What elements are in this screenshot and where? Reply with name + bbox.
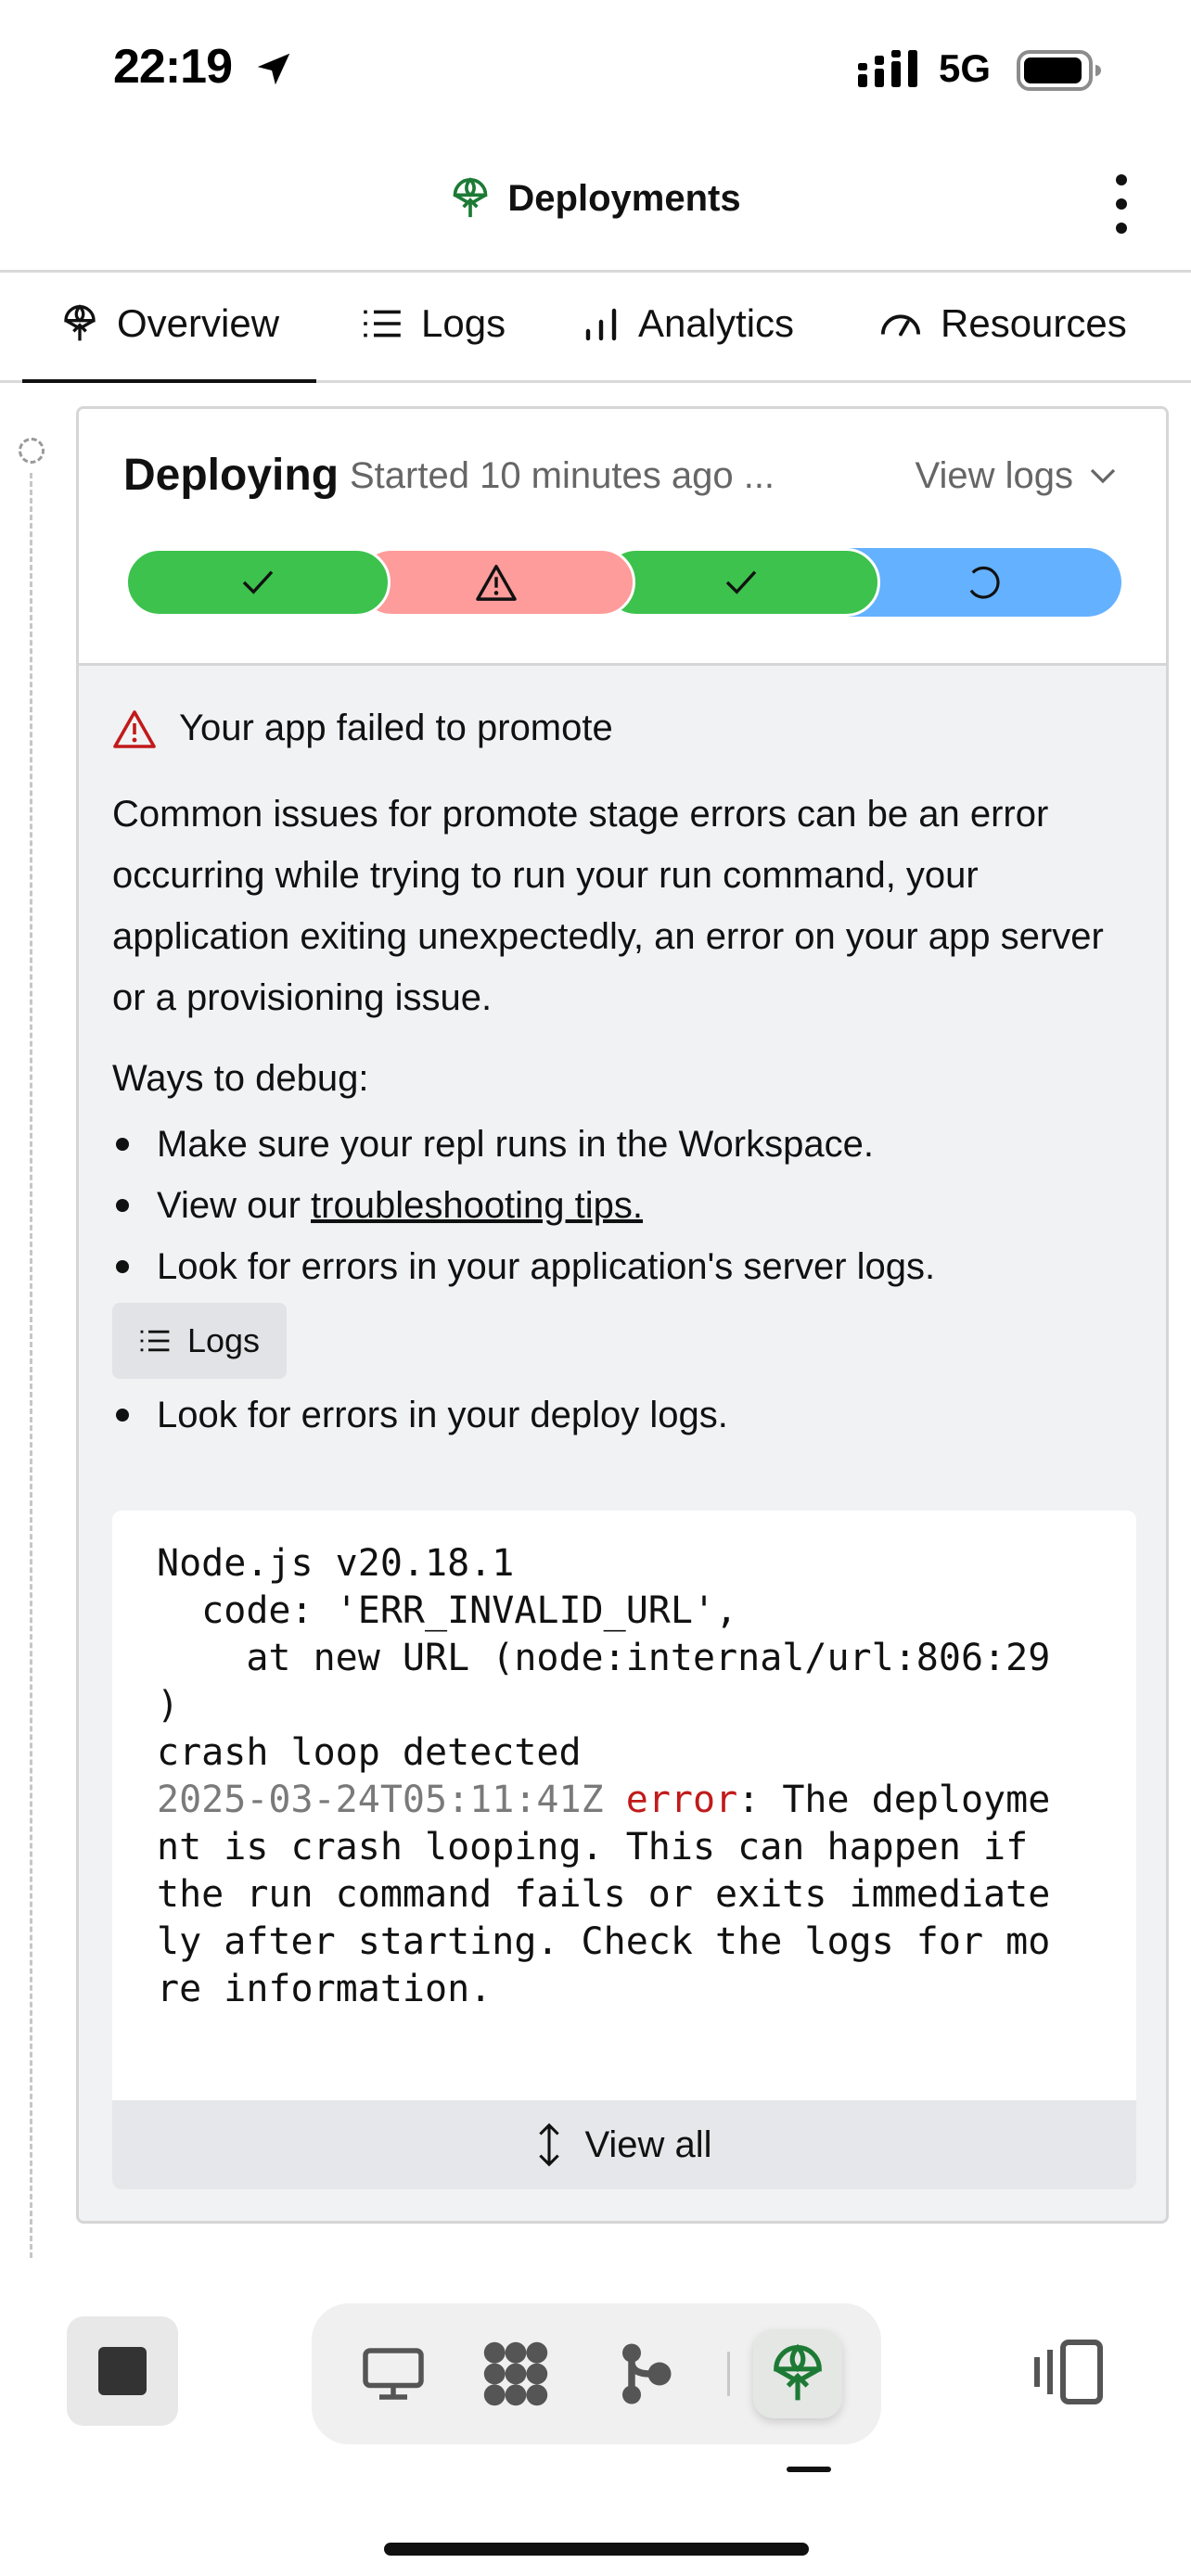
view-all-label: View all <box>584 2123 712 2165</box>
list-item: Look for errors in your deploy logs. <box>112 1384 1133 1446</box>
warning-icon <box>476 565 517 601</box>
log-text: Node.js v20.18.1 code: 'ERR_INVALID_URL'… <box>157 1540 1112 2013</box>
expand-vertical-icon <box>539 2123 560 2167</box>
list-item-text: Look for errors in your application's se… <box>157 1245 936 1287</box>
stop-button[interactable] <box>67 2316 178 2426</box>
tab-label: Overview <box>117 301 280 345</box>
header-title-group: Deployments <box>0 176 1191 221</box>
spinner-icon <box>969 566 1000 599</box>
log-line: nt is crash looping. This can happen if <box>157 1826 1029 1868</box>
stage-promote[interactable] <box>357 548 635 617</box>
timeline-line <box>30 473 32 2258</box>
stage-in-progress[interactable] <box>847 548 1121 617</box>
desktop-icon <box>363 2348 424 2400</box>
log-line: crash loop detected <box>157 1731 582 1774</box>
list-item: Make sure your repl runs in the Workspac… <box>112 1114 1133 1175</box>
timeline-spinner-icon <box>19 438 45 464</box>
log-line: the run command fails or exits immediate <box>157 1873 1051 1916</box>
gauge-icon <box>880 314 921 337</box>
error-title: Your app failed to promote <box>179 708 613 748</box>
deploy-icon <box>64 304 96 341</box>
tab-overview[interactable]: Overview <box>21 301 317 383</box>
panes-icon[interactable] <box>1031 2339 1106 2405</box>
battery-icon <box>1017 50 1101 91</box>
tab-analytics[interactable]: Analytics <box>583 301 794 346</box>
list-item: View our troubleshooting tips. <box>112 1175 1133 1236</box>
webview-tool[interactable] <box>349 2329 438 2418</box>
deploy-log-output: Node.js v20.18.1 code: 'ERR_INVALID_URL'… <box>112 1511 1136 2189</box>
tab-resources[interactable]: Resources <box>879 301 1127 346</box>
app-header: Deployments <box>0 139 1191 273</box>
tool-switcher <box>312 2303 881 2444</box>
ways-to-debug-title: Ways to debug: <box>112 1058 369 1099</box>
tab-logs[interactable]: Logs <box>362 301 506 346</box>
deploy-icon <box>454 177 488 218</box>
git-tool[interactable] <box>601 2329 690 2418</box>
log-line: ) <box>157 1684 180 1727</box>
log-message: : The deployme <box>737 1779 1051 1821</box>
logs-button-label: Logs <box>186 1321 261 1359</box>
home-indicator <box>384 2543 809 2556</box>
check-icon <box>242 570 274 594</box>
debug-list: Make sure your repl runs in the Workspac… <box>112 1114 1133 1446</box>
view-logs-label: View logs <box>915 455 1073 496</box>
list-item: Look for errors in your application's se… <box>112 1236 1133 1297</box>
status-bar: 22:19 5G <box>0 0 1191 139</box>
log-line: ly after starting. Check the logs for mo <box>157 1920 1051 1963</box>
deployments-tool[interactable] <box>753 2329 842 2418</box>
error-description: Common issues for promote stage errors c… <box>112 794 1104 1018</box>
apps-grid-icon <box>483 2341 548 2406</box>
troubleshooting-tips-link[interactable]: troubleshooting tips. <box>311 1185 643 1227</box>
git-icon <box>622 2343 672 2404</box>
error-heading: Your app failed to promote <box>112 708 613 749</box>
deployment-summary: Deploying Started 10 minutes ago ... Vie… <box>79 409 1166 666</box>
log-line: re information. <box>157 1968 493 2010</box>
tab-bar: Overview Logs Analytics Resources <box>0 275 1191 383</box>
stop-icon <box>98 2347 147 2395</box>
list-icon <box>364 310 401 338</box>
server-logs-button[interactable]: Logs <box>112 1303 287 1379</box>
stage-build[interactable] <box>125 548 391 617</box>
deployment-started: Started 10 minutes ago ... <box>350 455 775 496</box>
chevron-down-icon <box>1090 468 1116 483</box>
log-line: Node.js v20.18.1 <box>157 1542 515 1585</box>
log-line: 2025-03-24T05:11:41Z error: The deployme <box>157 1777 1112 1824</box>
tab-label: Logs <box>421 301 506 345</box>
deploy-icon <box>774 2343 822 2401</box>
log-line: at new URL (node:internal/url:806:29 <box>157 1637 1051 1679</box>
list-item-text: Look for errors in your deploy logs. <box>157 1394 728 1435</box>
view-logs-dropdown[interactable]: View logs <box>916 455 1116 497</box>
tab-label: Resources <box>941 301 1127 345</box>
log-level: error <box>625 1779 738 1821</box>
deployment-stages <box>125 548 1121 617</box>
list-icon <box>140 1330 170 1352</box>
deployment-card: Deploying Started 10 minutes ago ... Vie… <box>76 406 1169 2224</box>
network-type: 5G <box>939 46 992 90</box>
active-tool-indicator <box>787 2467 831 2472</box>
bar-chart-icon <box>585 308 617 341</box>
cellular-signal-icon <box>858 50 917 87</box>
list-item-text: Make sure your repl runs in the Workspac… <box>157 1123 874 1165</box>
stage-bundle[interactable] <box>602 548 880 617</box>
page-title: Deployments <box>507 177 741 219</box>
status-time: 22:19 <box>113 40 233 94</box>
view-all-button[interactable]: View all <box>112 2100 1136 2189</box>
log-line: code: 'ERR_INVALID_URL', <box>157 1589 738 1632</box>
toolbar-divider <box>727 2352 730 2396</box>
apps-tool[interactable] <box>471 2329 560 2418</box>
tab-label: Analytics <box>638 301 795 345</box>
log-timestamp: 2025-03-24T05:11:41Z <box>157 1779 604 1821</box>
check-icon <box>725 570 757 594</box>
more-options-icon[interactable] <box>1108 174 1135 234</box>
location-arrow-icon <box>257 53 290 85</box>
deployment-status: Deploying <box>123 451 339 500</box>
list-item-text: View our <box>157 1184 312 1226</box>
warning-icon <box>113 709 156 748</box>
